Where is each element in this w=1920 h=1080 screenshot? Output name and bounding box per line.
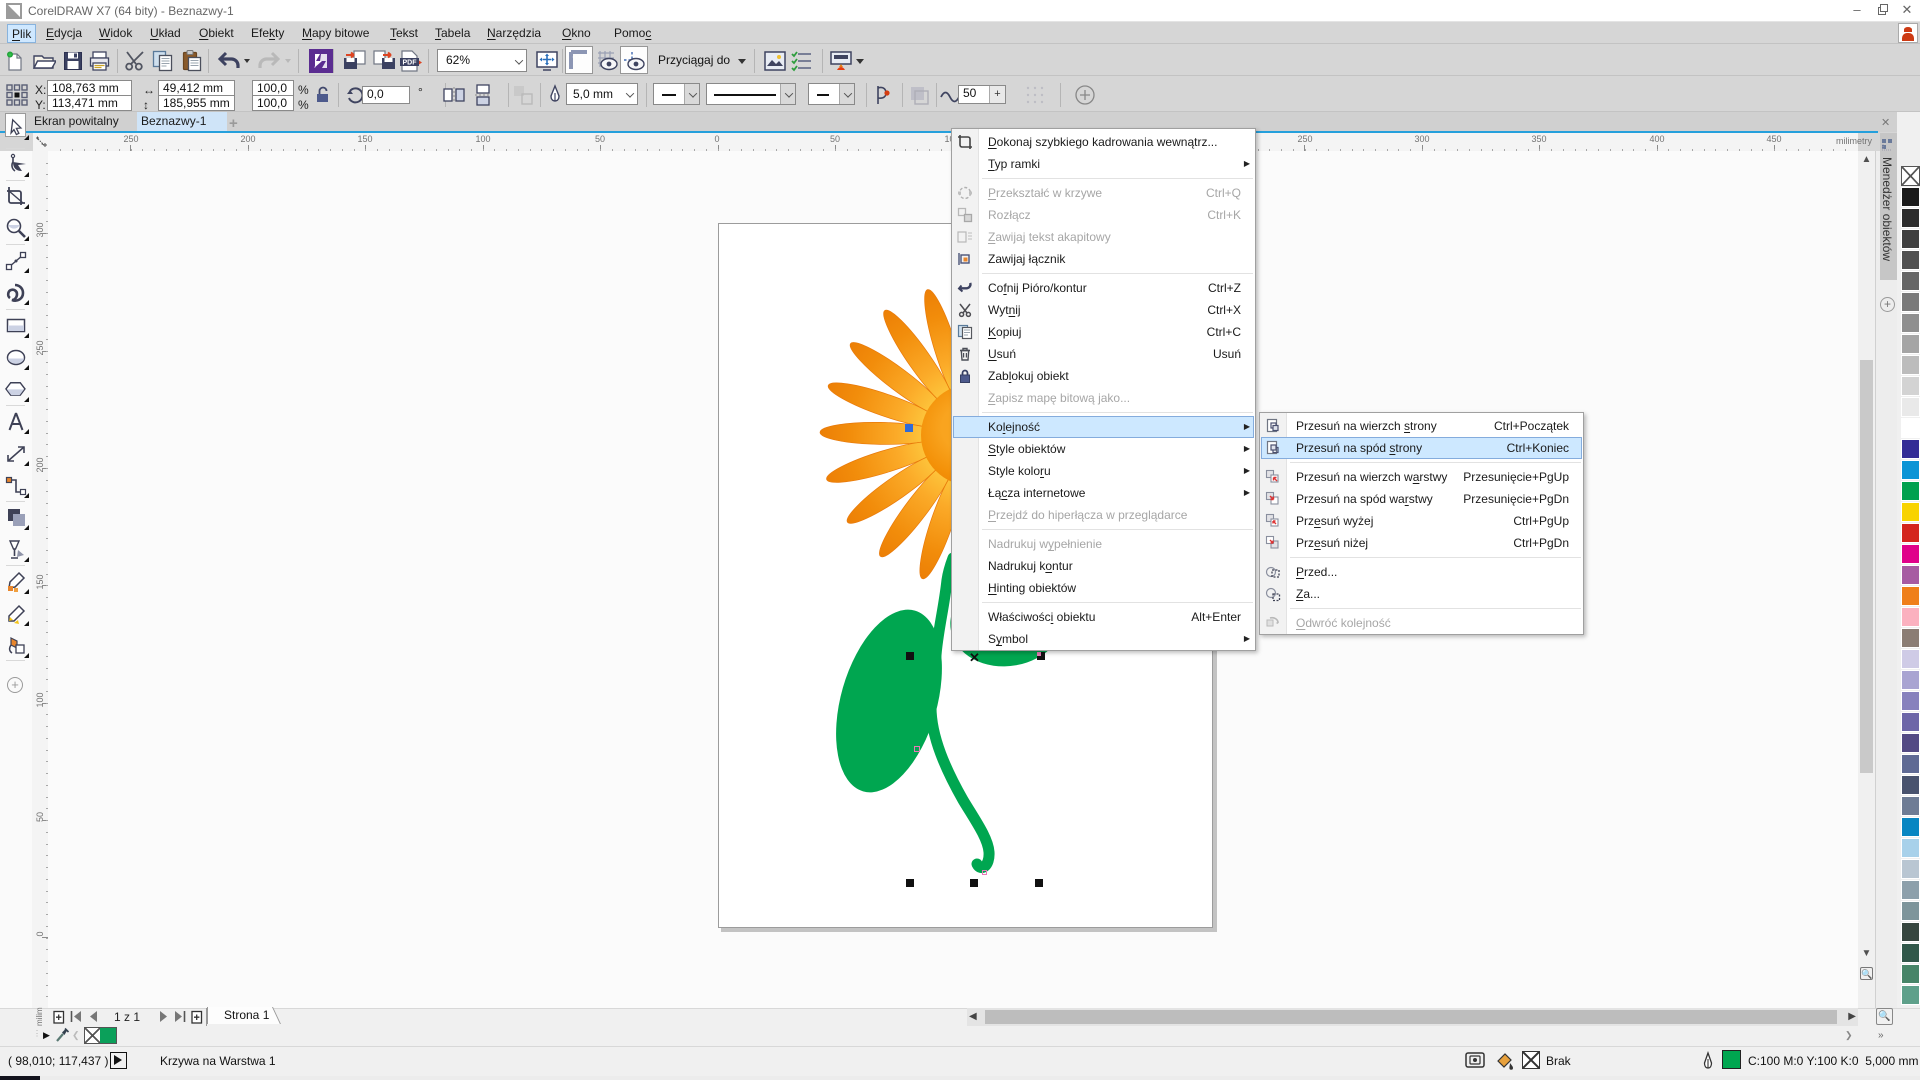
svg-text:PDF: PDF [403,60,418,67]
